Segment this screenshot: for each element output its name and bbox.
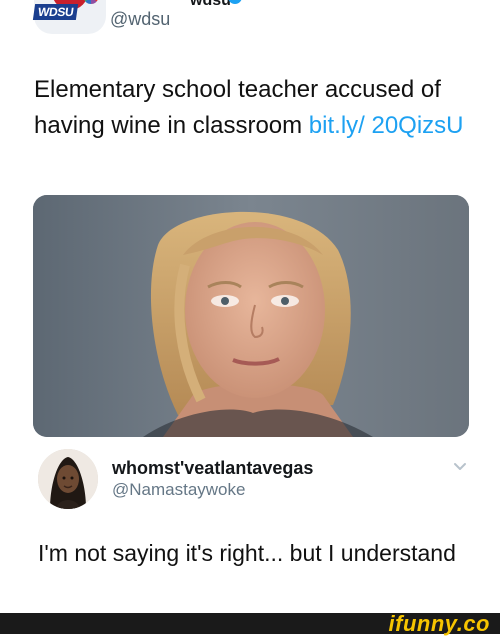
handle-top[interactable]: @wdsu: [110, 9, 170, 30]
chevron-down-svg: [454, 463, 466, 470]
reply-display-name[interactable]: whomst'veatlantavegas: [112, 458, 313, 479]
reply-handle[interactable]: @Namastaywoke: [112, 480, 245, 500]
avatar[interactable]: [38, 449, 98, 509]
avatar-image: [38, 449, 98, 509]
display-name-top[interactable]: wdsu: [190, 0, 231, 10]
footer-bar: ifunny.co: [0, 611, 500, 636]
tweet-photo[interactable]: [33, 195, 469, 437]
wdsu-logo: WDSU: [32, 0, 106, 34]
chevron-down-icon[interactable]: [452, 458, 468, 474]
reply-text: I'm not saying it's right... but I under…: [38, 540, 456, 566]
tweet-text: Elementary school teacher accused of hav…: [34, 72, 474, 144]
peacock-icon: [84, 0, 98, 4]
logo-text: WDSU: [32, 4, 79, 20]
tweet-link[interactable]: bit.ly/ 20QizsU: [309, 112, 464, 139]
ifunny-watermark: ifunny.co: [388, 611, 490, 636]
mugshot-image: [33, 195, 469, 437]
